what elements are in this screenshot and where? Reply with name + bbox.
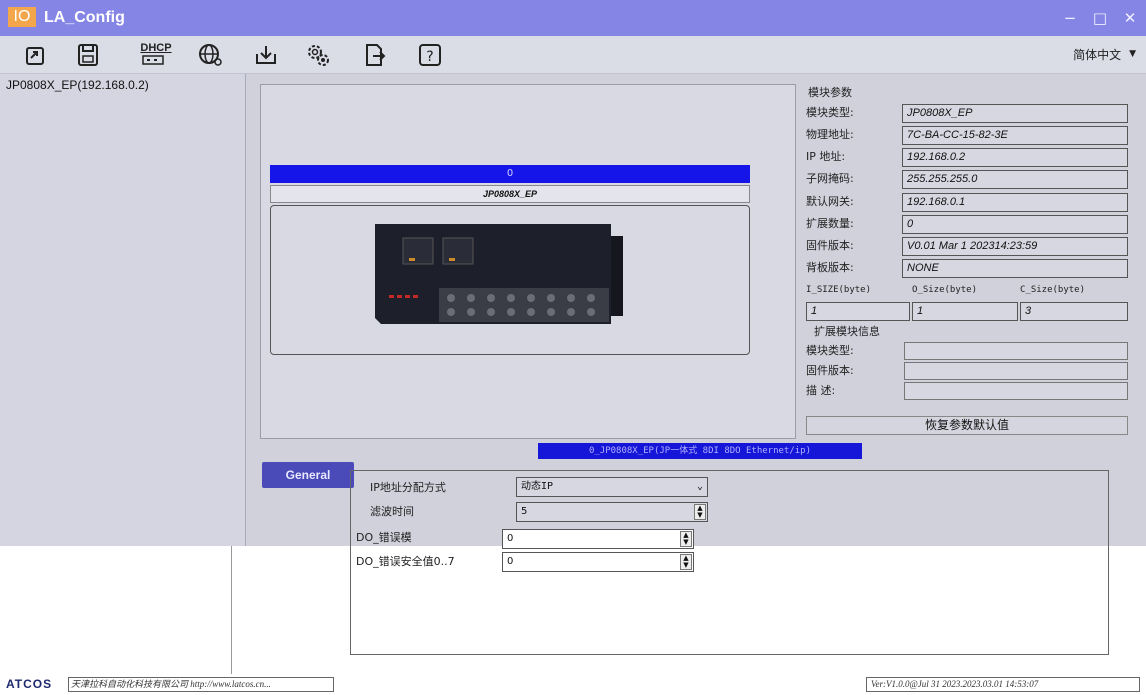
svg-text:?: ? [426,49,433,65]
gateway-value[interactable]: 192.168.0.1 [902,193,1128,212]
ext-module-type-value [904,342,1128,360]
c-size-label: C_Size(byte) [1020,285,1086,295]
app-logo: IO [8,7,36,27]
ip-mode-value: 动态IP [521,481,554,492]
ext-group-title: 扩展模块信息 [814,325,880,338]
ext-firmware-value [904,362,1128,380]
save-button[interactable] [72,40,104,70]
param-label: 默认网关: [806,195,854,208]
download-icon [256,46,276,64]
save-icon [78,44,98,66]
export-icon [26,47,44,65]
ext-description-value [904,382,1128,400]
network-search-button[interactable] [194,40,226,70]
general-button[interactable]: General [262,462,354,488]
firmware-version-value: V0.01 Mar 1 202314:23:59 [902,237,1128,256]
export-button[interactable] [20,40,52,70]
extension-count-value: 0 [902,215,1128,234]
do-error-mode-stepper[interactable]: 0 ▲ ▼ [502,529,694,549]
slot-index-bar[interactable]: 0 [270,165,750,183]
module-type-value: JP0808X_EP [902,104,1128,123]
backplane-version-value: NONE [902,259,1128,278]
language-select[interactable]: 简体中文 ▼ [1073,46,1136,63]
restore-defaults-button[interactable]: 恢复参数默认值 [806,416,1128,435]
help-button[interactable]: ? [414,40,446,70]
spin-arrows-icon[interactable]: ▲ ▼ [680,554,692,570]
do-safe-value-label: DO_错误安全值0..7 [356,555,455,568]
dhcp-label: DHCP [140,42,172,54]
chevron-down-icon: ▼ [1129,49,1136,59]
device-image-box[interactable] [270,205,750,355]
filter-time-label: 滤波时间 [370,505,414,518]
slot-name-bar[interactable]: JP0808X_EP [270,185,750,203]
ext-label: 模块类型: [806,344,854,357]
o-size-value: 1 [912,302,1018,321]
module-tab[interactable]: 0_JP0808X_EP(JP一体式 8DI 8DO Ethernet/ip) [538,443,862,459]
device-tree: JP0808X_EP(192.168.0.2) [0,74,246,546]
c-size-value: 3 [1020,302,1128,321]
do-error-mode-label: DO_错误模 [356,531,412,544]
filter-time-stepper[interactable]: 5 ▲ ▼ [516,502,708,522]
help-icon: ? [419,44,441,66]
mac-address-value: 7C-BA-CC-15-82-3E [902,126,1128,145]
config-panel [350,470,1109,655]
ip-mode-select[interactable]: 动态IP ⌄ [516,477,708,497]
dhcp-icon: DHCP [140,42,172,68]
status-company: 天津拉科自动化科技有限公司 http://www.latcos.cn... [68,677,334,692]
do-safe-value-stepper[interactable]: 0 ▲ ▼ [502,552,694,572]
ext-label: 描 述: [806,384,836,397]
status-version: Ver:V1.0.0@Jul 31 2023.2023.03.01 14:53:… [866,677,1140,692]
o-size-label: O_Size(byte) [912,285,978,295]
param-label: IP 地址: [806,150,846,163]
toolbar: DHCP ? 简体中文 ▼ [0,36,1146,74]
spin-arrows-icon[interactable]: ▲ ▼ [694,504,706,520]
i-size-label: I_SIZE(byte) [806,285,872,295]
title-bar: IO LA_Config − □ ✕ [0,0,1146,36]
window-controls: − □ ✕ [1062,8,1138,28]
chevron-down-icon: ⌄ [696,481,703,492]
param-label: 扩展数量: [806,217,854,230]
tree-lower-area [0,546,232,674]
tree-item-device[interactable]: JP0808X_EP(192.168.0.2) [6,78,149,92]
import-icon [366,44,386,66]
params-group-title: 模块参数 [808,86,852,99]
param-label: 固件版本: [806,239,854,252]
app-title: LA_Config [44,9,125,26]
brand-logo: ATCOS [6,677,53,691]
maximize-button[interactable]: □ [1092,8,1108,28]
language-value: 简体中文 [1073,48,1122,62]
download-button[interactable] [250,40,282,70]
ip-address-value[interactable]: 192.168.0.2 [902,148,1128,167]
param-label: 物理地址: [806,128,854,141]
subnet-mask-value[interactable]: 255.255.255.0 [902,170,1128,189]
do-error-mode-value: 0 [507,533,514,544]
ip-mode-label: IP地址分配方式 [370,481,446,494]
param-label: 背板版本: [806,261,854,274]
import-button[interactable] [358,40,390,70]
ext-label: 固件版本: [806,364,854,377]
settings-button[interactable] [302,40,334,70]
i-size-value: 1 [806,302,910,321]
dhcp-button[interactable]: DHCP [140,40,172,70]
param-label: 子网掩码: [806,172,854,185]
param-label: 模块类型: [806,106,854,119]
settings-icon [308,45,329,66]
filter-time-value: 5 [521,506,528,517]
network-search-icon [199,44,222,66]
do-safe-value: 0 [507,556,514,567]
close-button[interactable]: ✕ [1122,8,1138,28]
device-image [375,224,623,324]
minimize-button[interactable]: − [1062,8,1078,28]
spin-arrows-icon[interactable]: ▲ ▼ [680,531,692,547]
